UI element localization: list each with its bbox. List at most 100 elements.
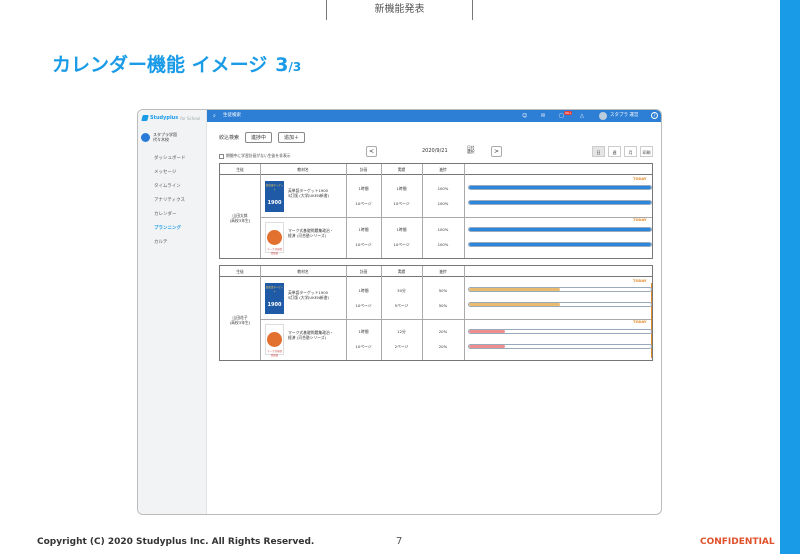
user-name[interactable]: スタプラ 運営: [610, 110, 638, 122]
sidebar-item-dashboard[interactable]: ダッシュボード: [138, 152, 206, 166]
book-cover-subtitle: マーク式基礎問題集: [266, 248, 282, 255]
plan-pages: 10ページ: [355, 303, 372, 308]
plan-time: 1時間: [358, 186, 369, 191]
student-table-2: 生徒 教材名 計画 実績 進捗 山田花子 (高校3年生) 英単語ターゲット 1900…: [219, 265, 653, 361]
today-label: TODAY: [633, 218, 647, 222]
progress-bar-fill: [469, 345, 506, 348]
material-title[interactable]: マーク式基礎問題集政治・ 経済 (河合塾シリーズ): [288, 228, 346, 238]
progress-pages: 20%: [438, 344, 448, 349]
sidebar-item-message[interactable]: メッセージ: [138, 166, 206, 180]
search-icon[interactable]: ⌕: [213, 110, 216, 122]
sidebar-item-analytics[interactable]: アナリティクス: [138, 194, 206, 208]
divider: [260, 266, 261, 360]
book-cover-title: 1900: [267, 200, 282, 206]
plan-pages: 10ページ: [355, 201, 372, 206]
header-plan: 計画: [359, 167, 368, 172]
material-title-line2: 経済 (河合塾シリーズ): [288, 335, 327, 340]
prev-date-button[interactable]: <: [366, 146, 377, 157]
progress-bar: [468, 287, 652, 292]
student-grade: (高校3年生): [229, 320, 251, 325]
progress-bar: [468, 242, 652, 247]
student-name[interactable]: 山田花子 (高校3年生): [220, 315, 260, 325]
today-label: TODAY: [633, 177, 647, 181]
progress-time: 20%: [438, 329, 448, 334]
progress-bar-fill: [469, 330, 506, 333]
book-cover-target1900: 英単語ターゲット 1900: [265, 181, 284, 212]
sidebar-item-calendar[interactable]: カレンダー: [138, 208, 206, 222]
plan-time: 1時間: [358, 227, 369, 232]
help-icon[interactable]: ?: [651, 112, 658, 119]
filter-label: 絞込検索: [219, 135, 240, 141]
school-icon: [141, 132, 150, 142]
checkbox-box[interactable]: [219, 153, 224, 159]
header-material: 教材名: [297, 167, 309, 172]
section-tab: 新機能発表: [326, 0, 473, 20]
mail-icon[interactable]: ✉: [541, 113, 545, 119]
page-number: 7: [396, 536, 403, 547]
message-icon[interactable]: □: [559, 113, 564, 119]
sidebar-item-karte[interactable]: カルテ: [138, 236, 206, 250]
book-cover-mark-kiso: マーク式基礎問題集: [265, 222, 284, 255]
progress-bar-fill: [469, 228, 651, 231]
users-icon[interactable]: ☺: [522, 113, 527, 119]
view-day-button[interactable]: 日: [592, 146, 605, 157]
material-title[interactable]: 英単語ターゲット1900 5訂版 (大学JUKEN新書): [288, 188, 346, 198]
sidebar-item-planning[interactable]: プランニング: [138, 222, 206, 236]
header-student: 生徒: [236, 269, 244, 274]
date-select-line2: 選択: [467, 149, 475, 154]
header-progress: 進捗: [439, 167, 447, 172]
progress-bar-fill: [469, 186, 651, 189]
school-selector[interactable]: スタプラ学園 代々木校: [141, 132, 206, 142]
hide-no-plan-checkbox[interactable]: 期間中に学習計画がない生徒を非表示: [219, 153, 291, 159]
plan-pages: 10ページ: [355, 344, 372, 349]
header-plan: 計画: [359, 269, 368, 274]
progress-pages: 50%: [438, 303, 448, 308]
print-button[interactable]: 印刷: [640, 146, 653, 157]
student-table-1: 生徒 教材名 計画 実績 進捗 山田太郎 (高校3年生) 英単語ターゲット 1900…: [219, 163, 653, 259]
progress-time: 100%: [437, 227, 449, 232]
actual-pages: 10ページ: [393, 242, 410, 247]
divider: [260, 164, 261, 258]
view-month-button[interactable]: 月: [624, 146, 637, 157]
planning-main: 絞込検索 進捗中 追加＋ 期間中に学習計画がない生徒を非表示 < 2020/9/…: [207, 122, 661, 514]
checkbox-label: 期間中に学習計画がない生徒を非表示: [226, 153, 291, 158]
header-material: 教材名: [297, 269, 309, 274]
progress-time: 100%: [437, 186, 449, 191]
progress-bar-fill: [469, 201, 651, 204]
book-cover-subtitle: 英単語ターゲット: [265, 286, 284, 293]
avatar[interactable]: [599, 112, 607, 120]
logo-icon: [141, 115, 149, 121]
sidebar-item-timeline[interactable]: タイムライン: [138, 180, 206, 194]
app-logo[interactable]: Studyplus for School: [138, 111, 206, 125]
material-title[interactable]: 英単語ターゲット1900 5訂版 (大学JUKEN新書): [288, 290, 346, 300]
filter-chip-in-progress[interactable]: 進捗中: [245, 132, 273, 143]
actual-time: 1時間: [396, 227, 407, 232]
actual-pages: 10ページ: [393, 201, 410, 206]
book-cover-subtitle: 英単語ターゲット: [265, 184, 284, 191]
student-search-input[interactable]: 生徒検索: [223, 110, 241, 122]
progress-time: 50%: [438, 288, 448, 293]
view-week-button[interactable]: 週: [608, 146, 621, 157]
today-label: TODAY: [633, 320, 647, 324]
progress-bar: [468, 344, 652, 349]
divider: [464, 164, 465, 258]
student-name[interactable]: 山田太郎 (高校3年生): [220, 213, 260, 223]
slide-page-current: 3: [275, 54, 289, 76]
add-filter-button[interactable]: 追加＋: [278, 132, 306, 143]
actual-pages: 2ページ: [394, 344, 409, 349]
date-navigator: < 2020/9/21 日付 選択 >: [366, 146, 502, 158]
sidebar: Studyplus for School スタプラ学園 代々木校 ダッシュボード メ…: [138, 110, 207, 514]
header-actual: 実績: [397, 269, 406, 274]
date-select-button[interactable]: 日付 選択: [467, 146, 475, 154]
slide-accent-bar: [780, 0, 800, 554]
logo-text: Studyplus: [150, 115, 179, 121]
bell-icon[interactable]: △: [580, 113, 584, 119]
view-switcher: 日 週 月 印刷: [589, 146, 653, 157]
progress-bar: [468, 329, 652, 334]
material-title[interactable]: マーク式基礎問題集政治・ 経済 (河合塾シリーズ): [288, 330, 346, 340]
next-date-button[interactable]: >: [491, 146, 502, 157]
header-progress: 進捗: [439, 269, 447, 274]
current-date: 2020/9/21: [422, 148, 448, 154]
filter-row: 絞込検索 進捗中 追加＋: [219, 132, 311, 143]
logo-sub: for School: [180, 115, 201, 121]
